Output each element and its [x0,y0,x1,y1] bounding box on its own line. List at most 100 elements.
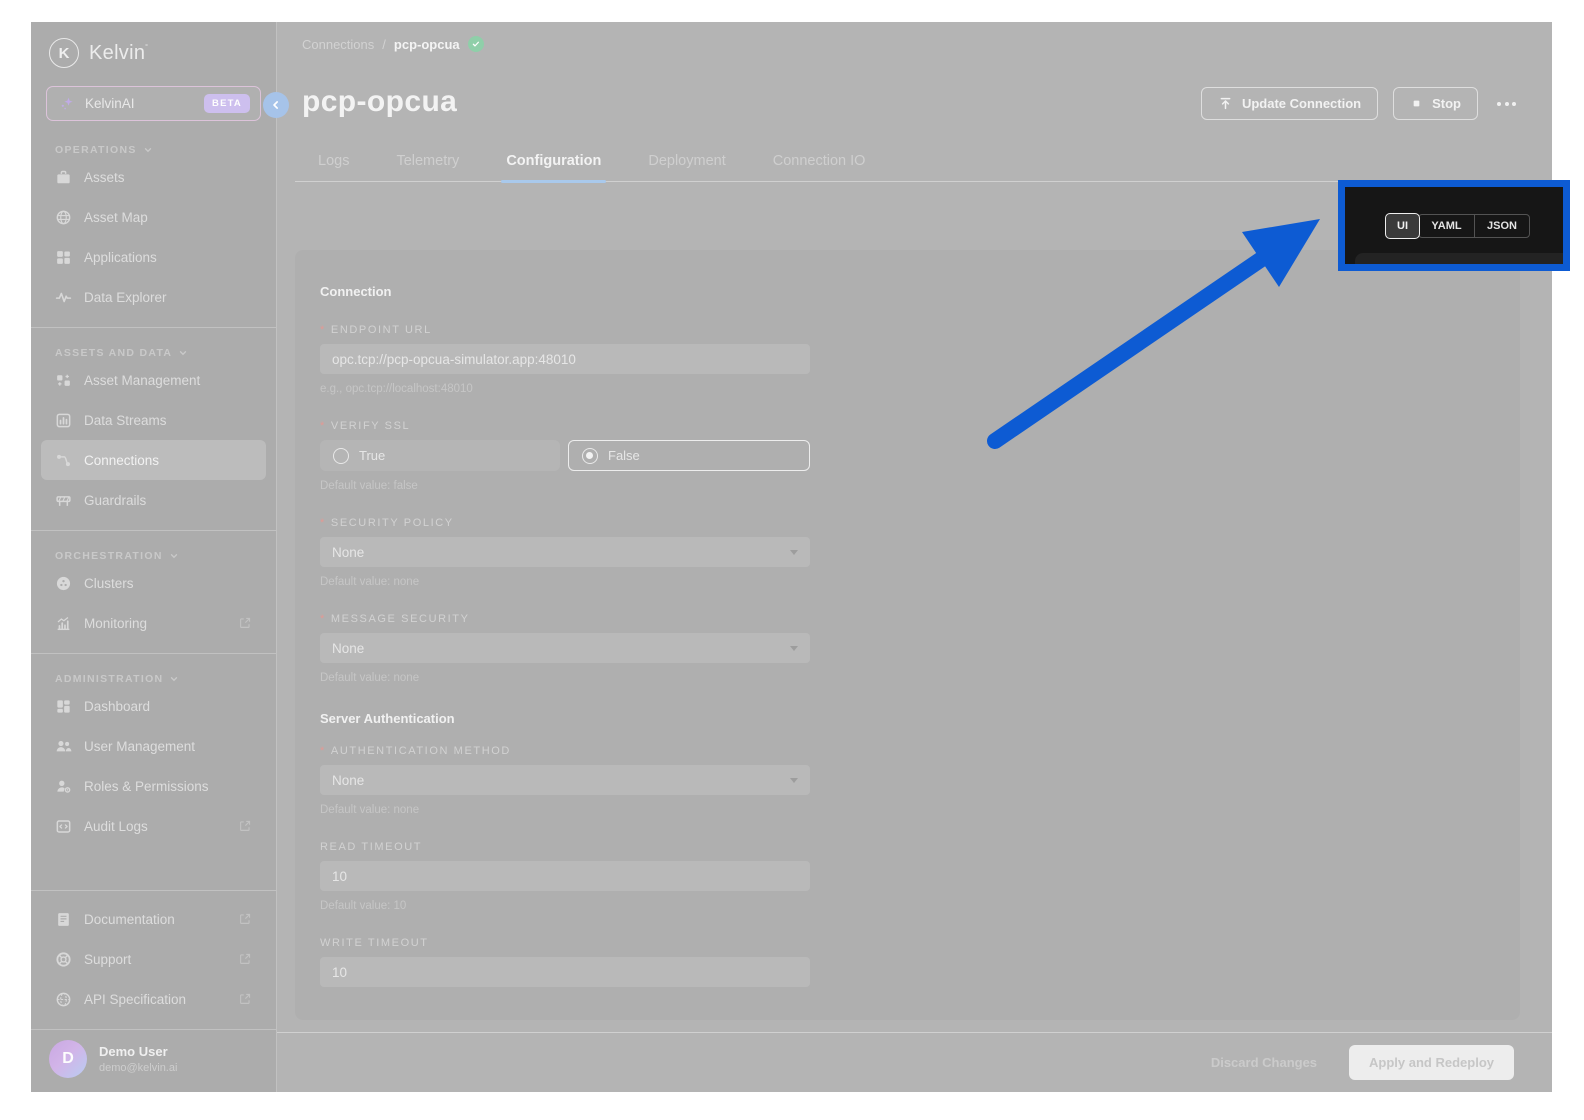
annotation-highlight-box: UI YAML JSON [1338,180,1570,271]
sidebar-item-roles-permissions[interactable]: Roles & Permissions [41,766,266,806]
verify-ssl-option-true[interactable]: True [320,440,560,471]
sidebar-item-data-streams[interactable]: Data Streams [41,400,266,440]
sidebar-item-guardrails[interactable]: Guardrails [41,480,266,520]
breadcrumb-current: pcp-opcua [393,36,460,52]
verify-ssl-hint: Default value: false [320,480,418,492]
discard-changes-button[interactable]: Discard Changes [1211,1055,1317,1070]
tab-configuration[interactable]: Configuration [501,153,607,183]
code-box-icon [55,818,72,835]
brand-logo: K Kelvin˚ [31,22,276,78]
sidebar-item-label: KelvinAI [85,96,135,111]
bar-chart-icon [55,412,72,429]
tab-deployment[interactable]: Deployment [648,153,725,181]
sidebar-item-asset-management[interactable]: Asset Management [41,360,266,400]
header-actions: Update Connection Stop [1200,87,1520,120]
breadcrumb-root[interactable]: Connections [302,37,374,52]
endpoint-url-label: * ENDPOINT URL [320,324,432,336]
stop-icon [1410,97,1423,110]
sidebar-item-documentation[interactable]: Documentation [41,899,266,939]
active-tab-underline [501,180,607,183]
security-policy-label: * SECURITY POLICY [320,517,454,529]
configuration-panel: Connection * ENDPOINT URL opc.tcp://pcp-o… [295,234,1520,1020]
sidebar-section-administration[interactable]: ADMINISTRATION [31,673,276,685]
view-mode-toggle: UI YAML JSON [1385,213,1530,239]
kelvin-logo-icon: K [49,38,79,68]
view-toggle-yaml[interactable]: YAML [1419,215,1474,237]
update-connection-button[interactable]: Update Connection [1200,87,1379,120]
security-policy-select[interactable]: None [320,537,810,567]
chevron-down-icon [169,551,179,561]
app-window: K Kelvin˚ KelvinAI BETA OPERATIONS Asset… [31,22,1552,1092]
more-options-button[interactable] [1493,101,1520,106]
brand-name: Kelvin˚ [89,41,149,64]
beta-badge: BETA [204,94,250,113]
sidebar-item-applications[interactable]: Applications [41,237,266,277]
form-action-bar: Discard Changes Apply and Redeploy [277,1032,1552,1092]
message-security-select[interactable]: None [320,633,810,663]
read-timeout-label: READ TIMEOUT [320,841,423,853]
dark-panel-edge [1355,253,1563,264]
connections-icon [55,452,72,469]
authentication-method-select[interactable]: None [320,765,810,795]
sidebar-item-asset-map[interactable]: Asset Map [41,197,266,237]
user-gear-icon [55,778,72,795]
sidebar-item-data-explorer[interactable]: Data Explorer [41,277,266,317]
chevron-down-icon [169,674,179,684]
external-link-icon [238,819,252,833]
sidebar-item-monitoring[interactable]: Monitoring [41,603,266,643]
api-globe-icon [55,991,72,1008]
chevron-left-icon [269,98,283,112]
radio-selected-icon [582,447,598,464]
tab-logs[interactable]: Logs [318,153,349,181]
sidebar-item-assets[interactable]: Assets [41,157,266,197]
sidebar-item-dashboard[interactable]: Dashboard [41,686,266,726]
sidebar-item-support[interactable]: Support [41,939,266,979]
divider [31,653,276,654]
page-title: pcp-opcua [302,85,458,118]
sidebar-item-audit-logs[interactable]: Audit Logs [41,806,266,846]
external-link-icon [238,912,252,926]
external-link-icon [238,992,252,1006]
security-policy-hint: Default value: none [320,576,420,588]
read-timeout-input[interactable]: 10 [320,861,810,891]
cluster-icon [55,575,72,592]
tab-connection-io[interactable]: Connection IO [773,153,866,181]
tab-telemetry[interactable]: Telemetry [396,153,459,181]
user-menu[interactable]: D Demo User demo@kelvin.ai [31,1029,276,1092]
sidebar-item-api-specification[interactable]: API Specification [41,979,266,1019]
endpoint-url-hint: e.g., opc.tcp://localhost:48010 [320,383,473,395]
external-link-icon [238,616,252,630]
write-timeout-label: WRITE TIMEOUT [320,937,429,949]
avatar: D [49,1040,87,1078]
view-toggle-json[interactable]: JSON [1474,215,1529,237]
sidebar-section-orchestration[interactable]: ORCHESTRATION [31,550,276,562]
verify-ssl-option-false[interactable]: False [568,440,810,471]
sidebar-item-kelvinai[interactable]: KelvinAI BETA [46,86,261,121]
users-icon [55,738,72,755]
pulse-icon [55,289,72,306]
sidebar-item-connections[interactable]: Connections [41,440,266,480]
sidebar-section-assets-and-data[interactable]: ASSETS AND DATA [31,347,276,359]
read-timeout-hint: Default value: 10 [320,900,407,912]
sidebar-item-user-management[interactable]: User Management [41,726,266,766]
stop-button[interactable]: Stop [1393,87,1478,120]
sidebar: K Kelvin˚ KelvinAI BETA OPERATIONS Asset… [31,22,289,1092]
monitoring-chart-icon [55,615,72,632]
section-title-server-authentication: Server Authentication [320,711,455,726]
chevron-down-icon [178,348,188,358]
message-security-hint: Default value: none [320,672,420,684]
write-timeout-input[interactable]: 10 [320,957,810,987]
apply-and-redeploy-button[interactable]: Apply and Redeploy [1349,1045,1514,1080]
sidebar-section-operations[interactable]: OPERATIONS [31,144,276,156]
dashboard-icon [55,698,72,715]
authentication-method-hint: Default value: none [320,804,420,816]
endpoint-url-input[interactable]: opc.tcp://pcp-opcua-simulator.app:48010 [320,344,810,374]
lifebuoy-icon [55,951,72,968]
view-toggle-ui[interactable]: UI [1385,213,1420,239]
divider [31,530,276,531]
verify-ssl-radio-group: True False [320,440,810,471]
chevron-down-icon [790,645,798,651]
sidebar-item-clusters[interactable]: Clusters [41,563,266,603]
upload-icon [1218,96,1233,111]
sidebar-collapse-button[interactable] [263,92,289,118]
